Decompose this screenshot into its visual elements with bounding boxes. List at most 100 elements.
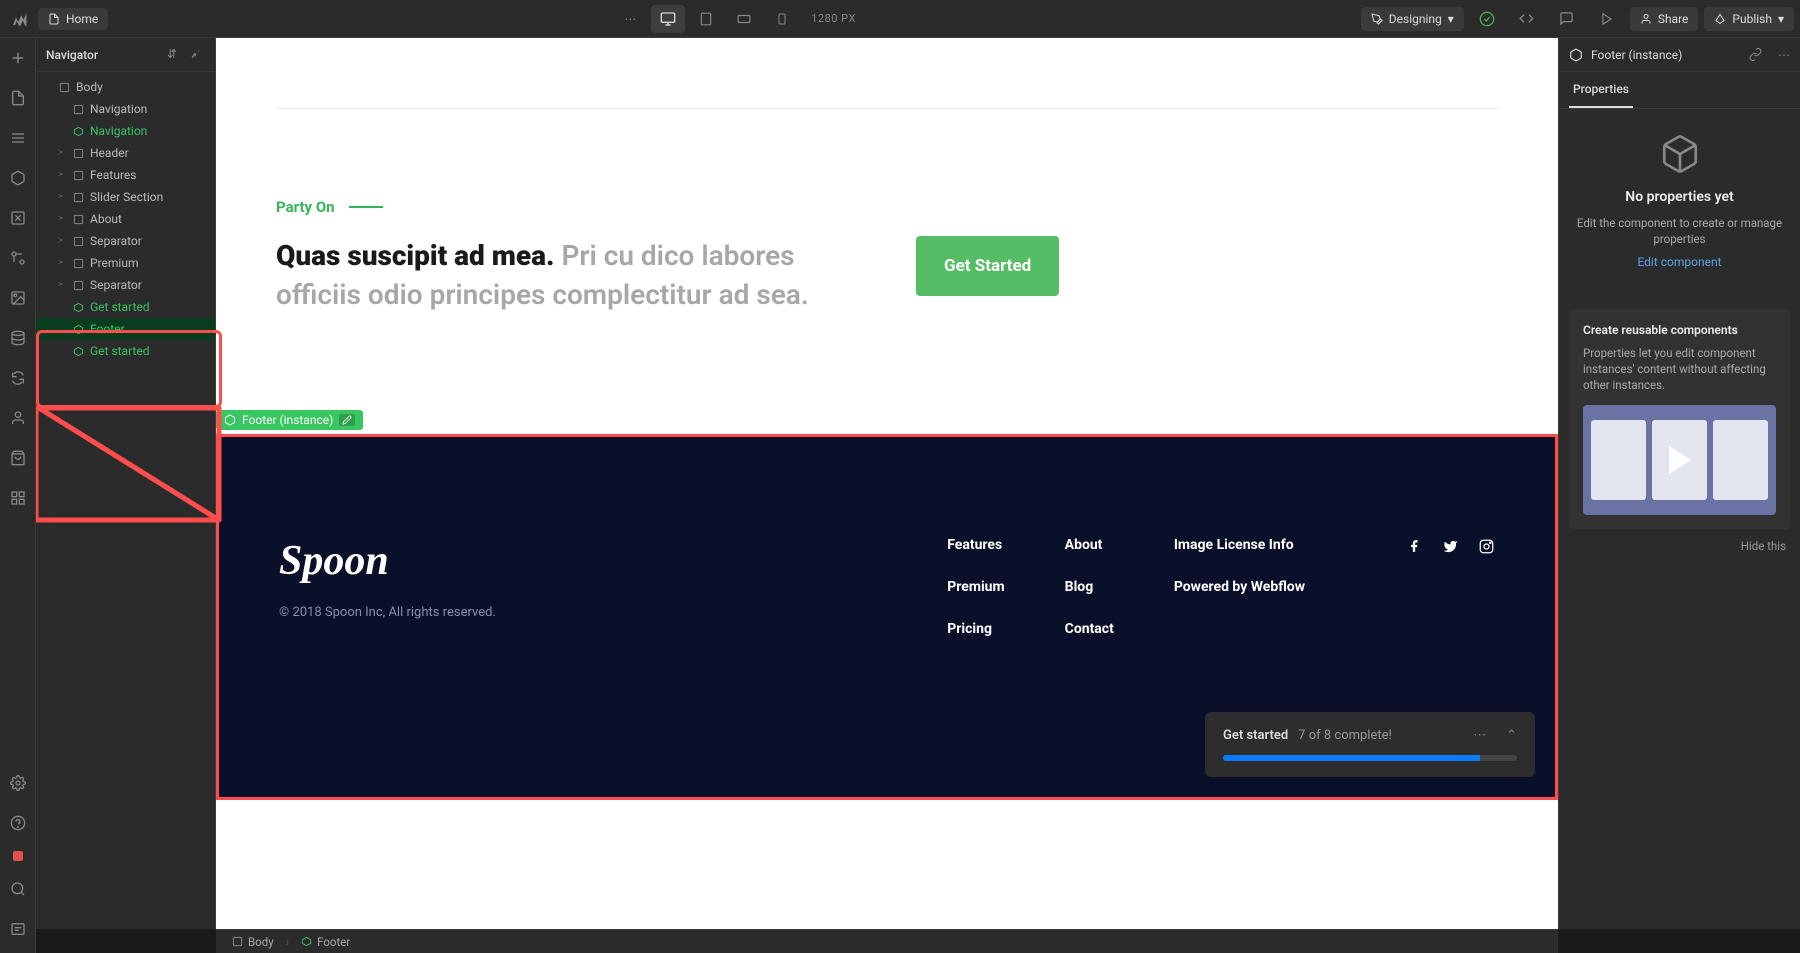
crumb-footer-label: Footer <box>317 935 350 949</box>
tree-item[interactable]: >Slider Section <box>36 186 215 208</box>
pin-icon[interactable] <box>189 47 205 63</box>
more-icon[interactable]: ⋯ <box>613 5 647 33</box>
tree-item[interactable]: Footer <box>36 318 215 340</box>
publish-button[interactable]: Publish ▾ <box>1704 7 1794 31</box>
cms-icon[interactable] <box>6 326 30 350</box>
edit-icon[interactable] <box>339 414 355 426</box>
edit-component-link[interactable]: Edit component <box>1573 255 1786 269</box>
add-icon[interactable] <box>6 46 30 70</box>
eyebrow: Party On <box>276 198 1498 216</box>
page-selector[interactable]: Home <box>38 8 108 30</box>
navigator-icon[interactable] <box>6 126 30 150</box>
logic-icon[interactable] <box>6 366 30 390</box>
comment-icon[interactable] <box>1550 5 1584 33</box>
crumb-footer[interactable]: Footer <box>295 933 356 951</box>
toast-subtitle: 7 of 8 complete! <box>1298 728 1392 743</box>
footer-link[interactable]: About <box>1065 537 1114 553</box>
check-icon[interactable] <box>1470 5 1504 33</box>
tablet-icon[interactable] <box>689 5 723 33</box>
selection-badge[interactable]: Footer (instance) <box>216 410 363 430</box>
cta-headline: Quas suscipit ad mea. Pri cu dico labore… <box>276 236 876 314</box>
toast-more-icon[interactable]: ⋯ <box>1473 728 1486 743</box>
toast-title: Get started <box>1223 728 1288 743</box>
tree-item[interactable]: >Header <box>36 142 215 164</box>
assets-icon[interactable] <box>6 286 30 310</box>
progress-toast: Get started 7 of 8 complete! ⋯ ⌃ <box>1205 712 1535 777</box>
chevron-down-icon: ▾ <box>1448 12 1454 26</box>
video-tutorial-icon[interactable] <box>13 851 23 861</box>
instagram-icon[interactable] <box>1477 537 1495 555</box>
breadcrumb: Body › Footer <box>216 929 1558 953</box>
properties-tab[interactable]: Properties <box>1569 72 1633 108</box>
chevron-right-icon: › <box>286 935 289 949</box>
footer-link[interactable]: Pricing <box>947 621 1004 637</box>
users-icon[interactable] <box>6 406 30 430</box>
tree-item[interactable]: Navigation <box>36 98 215 120</box>
ecommerce-icon[interactable] <box>6 446 30 470</box>
twitter-icon[interactable] <box>1441 537 1459 555</box>
share-button[interactable]: Share <box>1630 7 1699 31</box>
unlink-icon[interactable] <box>1749 48 1762 61</box>
play-icon[interactable] <box>1590 5 1624 33</box>
topbar: Home ⋯ 1280 PX Designing ▾ <box>0 0 1800 38</box>
tree-item[interactable]: >Separator <box>36 274 215 296</box>
footer-link[interactable]: Blog <box>1065 579 1114 595</box>
tree-item[interactable]: >Premium <box>36 252 215 274</box>
selection-label: Footer (instance) <box>242 413 333 427</box>
tree-item[interactable]: >Features <box>36 164 215 186</box>
mode-selector[interactable]: Designing ▾ <box>1361 7 1464 31</box>
tree-item[interactable]: Body <box>36 76 215 98</box>
footer-link[interactable]: Premium <box>947 579 1004 595</box>
footer-link[interactable]: Features <box>947 537 1004 553</box>
cube-icon <box>1659 133 1701 175</box>
tree-item[interactable]: Get started <box>36 296 215 318</box>
code-icon[interactable] <box>1510 5 1544 33</box>
navigator-title: Navigator <box>46 48 98 62</box>
more-icon[interactable]: ⋯ <box>1778 48 1790 62</box>
toast-collapse-icon[interactable]: ⌃ <box>1506 728 1517 743</box>
get-started-button[interactable]: Get Started <box>916 236 1059 296</box>
right-panel: Footer (instance) ⋯ Properties No proper… <box>1558 38 1800 929</box>
audit-icon[interactable] <box>6 917 30 941</box>
tree-item[interactable]: >About <box>36 208 215 230</box>
eyebrow-text: Party On <box>276 198 335 216</box>
breakpoint-bar: ⋯ 1280 PX <box>114 5 1354 33</box>
desktop-icon[interactable] <box>651 5 685 33</box>
publish-label: Publish <box>1732 12 1772 26</box>
canvas: Party On Quas suscipit ad mea. Pri cu di… <box>216 38 1558 929</box>
share-label: Share <box>1658 12 1689 26</box>
footer-link[interactable]: Contact <box>1065 621 1114 637</box>
pages-icon[interactable] <box>6 86 30 110</box>
cta-section[interactable]: Party On Quas suscipit ad mea. Pri cu di… <box>216 38 1558 434</box>
tree-item[interactable]: Get started <box>36 340 215 362</box>
social-links <box>1405 537 1495 555</box>
apps-icon[interactable] <box>6 486 30 510</box>
facebook-icon[interactable] <box>1405 537 1423 555</box>
mobile-icon[interactable] <box>765 5 799 33</box>
expand-icon[interactable]: ⇵ <box>167 47 183 63</box>
tree-item[interactable]: >Separator <box>36 230 215 252</box>
webflow-logo-icon[interactable] <box>6 6 32 32</box>
footer-link[interactable]: Powered by Webflow <box>1174 579 1305 595</box>
styles-icon[interactable] <box>6 246 30 270</box>
components-icon[interactable] <box>6 166 30 190</box>
help-icon[interactable] <box>6 811 30 835</box>
info-title: Create reusable components <box>1583 323 1776 337</box>
footer-section[interactable]: Spoon © 2018 Spoon Inc, All rights reser… <box>216 434 1558 800</box>
variables-icon[interactable] <box>6 206 30 230</box>
crumb-body[interactable]: Body <box>226 933 280 951</box>
crumb-body-label: Body <box>248 935 274 949</box>
info-thumbnail[interactable] <box>1583 405 1776 515</box>
brand-logo: Spoon <box>279 537 559 585</box>
no-properties-heading: No properties yet <box>1573 189 1786 205</box>
footer-link[interactable]: Image License Info <box>1174 537 1305 553</box>
frame-icon <box>232 936 243 947</box>
breakpoint-label: 1280 PX <box>811 12 856 25</box>
hide-this-link[interactable]: Hide this <box>1559 529 1800 563</box>
settings-icon[interactable] <box>6 771 30 795</box>
progress-bar <box>1223 755 1517 761</box>
tree-item[interactable]: Navigation <box>36 120 215 142</box>
page-name: Home <box>66 12 98 26</box>
landscape-icon[interactable] <box>727 5 761 33</box>
search-icon[interactable] <box>6 877 30 901</box>
